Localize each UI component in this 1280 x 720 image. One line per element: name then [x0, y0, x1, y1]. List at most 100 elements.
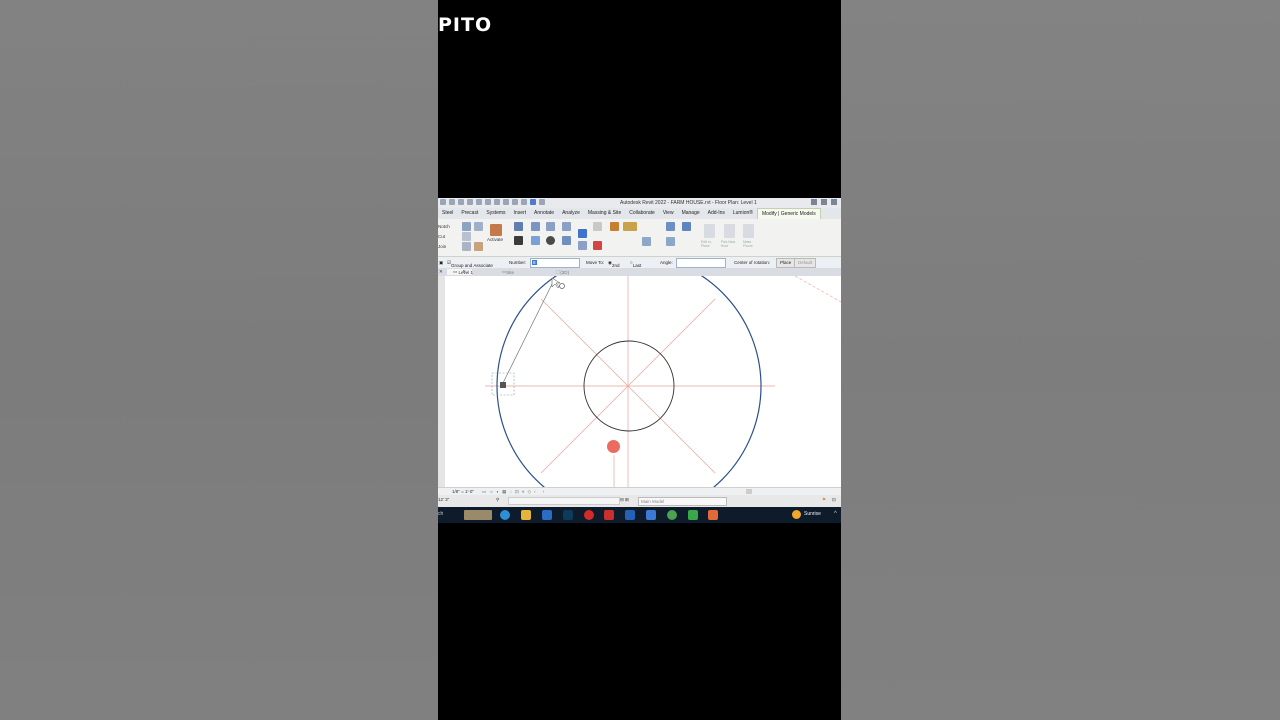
section-icon[interactable] — [521, 199, 527, 205]
cut-geometry-icon[interactable] — [462, 222, 471, 231]
delete-icon[interactable] — [593, 241, 602, 250]
tab-steel[interactable]: Steel — [438, 208, 457, 219]
dimension-icon[interactable] — [623, 222, 637, 231]
chevron-up-icon[interactable]: ^ — [834, 511, 837, 517]
array-icon[interactable] — [578, 229, 587, 238]
move-to-label: Move To: — [586, 260, 605, 265]
trim-icon[interactable] — [562, 236, 571, 245]
paint-icon[interactable] — [474, 222, 483, 231]
file-explorer-icon[interactable] — [521, 510, 531, 520]
widgets-icon[interactable] — [464, 510, 492, 520]
camtasia-icon[interactable] — [688, 510, 698, 520]
mirror-axis-icon[interactable] — [546, 222, 555, 231]
create-parts-icon[interactable] — [666, 237, 675, 246]
sync-icon[interactable] — [458, 199, 464, 205]
thin-lines-icon[interactable] — [530, 199, 536, 205]
view-tab-level-1[interactable]: ▭ Level 1 ✕ — [447, 269, 474, 275]
activate-button[interactable]: Activate — [487, 237, 503, 242]
angle-input[interactable] — [676, 258, 726, 268]
copy-icon[interactable] — [531, 236, 540, 245]
level-1-label: Level 1 — [458, 270, 474, 275]
selected-element[interactable] — [500, 382, 506, 388]
open-icon[interactable] — [440, 199, 446, 205]
offset-icon[interactable] — [531, 222, 540, 231]
plan-drawing — [485, 276, 841, 487]
view-tab-3d[interactable]: ⬚ {3D} — [556, 269, 569, 275]
default-button[interactable]: Default — [794, 258, 817, 268]
tab-add-ins[interactable]: Add-Ins — [704, 208, 729, 219]
app-blue-icon[interactable] — [646, 510, 656, 520]
tab-massing-site[interactable]: Massing & Site — [584, 208, 625, 219]
print-icon[interactable] — [485, 199, 491, 205]
tab-collaborate[interactable]: Collaborate — [625, 208, 659, 219]
mirror-draw-icon[interactable] — [562, 222, 571, 231]
move-to-2nd-radio[interactable]: ◉ 2nd — [608, 260, 619, 268]
tab-manage[interactable]: Manage — [678, 208, 704, 219]
save-icon[interactable] — [449, 199, 455, 205]
rotate-icon[interactable] — [546, 236, 555, 245]
user-icon[interactable] — [821, 199, 827, 205]
revit-icon[interactable] — [625, 510, 635, 520]
close-all-icon[interactable]: ✕ — [439, 269, 443, 275]
view-tab-site[interactable]: ▭ Site — [502, 269, 514, 275]
place-button[interactable]: Place — [776, 258, 796, 268]
scroll-thumb[interactable] — [746, 489, 752, 494]
align-icon[interactable] — [514, 222, 523, 231]
tab-precast[interactable]: Precast — [457, 208, 482, 219]
number-input[interactable]: 8 — [530, 258, 580, 268]
worksets-icon[interactable]: ⚲ — [496, 497, 499, 503]
active-model-select[interactable]: Main Model — [638, 497, 727, 506]
chrome-icon[interactable] — [667, 510, 677, 520]
create-group-icon[interactable] — [682, 222, 691, 231]
pin-icon[interactable] — [593, 222, 602, 231]
taskbar-search[interactable]: ch — [438, 511, 443, 517]
tab-systems[interactable]: Systems — [482, 208, 509, 219]
tab-insert[interactable]: Insert — [510, 208, 531, 219]
store-icon[interactable] — [542, 510, 552, 520]
redo-icon[interactable] — [476, 199, 482, 205]
cut-button[interactable]: Cut — [438, 232, 450, 242]
group-associate-checkbox[interactable]: ☑ Group and Associate — [447, 260, 493, 268]
edge-icon[interactable] — [500, 510, 510, 520]
tab-view[interactable]: View — [659, 208, 678, 219]
photoshop-icon[interactable] — [563, 510, 573, 520]
tab-modify-generic-models[interactable]: Modify | Generic Models — [756, 208, 821, 219]
close-hidden-icon[interactable] — [539, 199, 545, 205]
filter-icon[interactable]: ⚑ — [822, 497, 826, 503]
tab-annotate[interactable]: Annotate — [530, 208, 558, 219]
activate-icon[interactable] — [490, 224, 502, 236]
scale-label[interactable]: 1/8" = 1'-0" — [452, 489, 474, 494]
move-to-last-radio[interactable]: ○ Last — [630, 260, 641, 268]
wall-join-icon[interactable] — [462, 232, 471, 241]
edit-family-icon[interactable] — [704, 224, 715, 238]
help-icon[interactable] — [831, 199, 837, 205]
scale-icon[interactable] — [578, 241, 587, 250]
tab-analyze[interactable]: Analyze — [558, 208, 584, 219]
measure-icon[interactable] — [494, 199, 500, 205]
split-face-icon[interactable] — [462, 242, 471, 251]
undo-icon[interactable] — [467, 199, 473, 205]
demolish-icon[interactable] — [474, 242, 483, 251]
create-similar-icon[interactable] — [666, 222, 675, 231]
number-value: 8 — [532, 260, 537, 265]
3d-view-icon[interactable] — [512, 199, 518, 205]
pick-host-icon[interactable] — [724, 224, 735, 238]
select-filter-icon[interactable]: ⊡ — [832, 497, 836, 503]
weather-label[interactable]: Sunrise — [804, 511, 821, 517]
measure-tool-icon[interactable] — [610, 222, 619, 231]
move-icon[interactable] — [514, 236, 523, 245]
outer-circle[interactable] — [496, 276, 762, 487]
design-options-icon[interactable]: ⊟ ⊞ — [620, 497, 629, 503]
autocad-icon[interactable] — [604, 510, 614, 520]
notch-button[interactable]: Notch — [438, 222, 450, 232]
create-assembly-icon[interactable] — [642, 237, 651, 246]
modify-icon[interactable]: ▣ — [439, 260, 443, 266]
tab-lumion[interactable]: Lumion® — [729, 208, 757, 219]
binoculars-icon[interactable] — [811, 199, 817, 205]
recorder-icon[interactable] — [708, 510, 718, 520]
text-icon[interactable] — [503, 199, 509, 205]
mass-floors-icon[interactable] — [743, 224, 754, 238]
join-button[interactable]: Join — [438, 242, 450, 252]
drawing-canvas[interactable] — [445, 276, 841, 487]
opera-icon[interactable] — [584, 510, 594, 520]
